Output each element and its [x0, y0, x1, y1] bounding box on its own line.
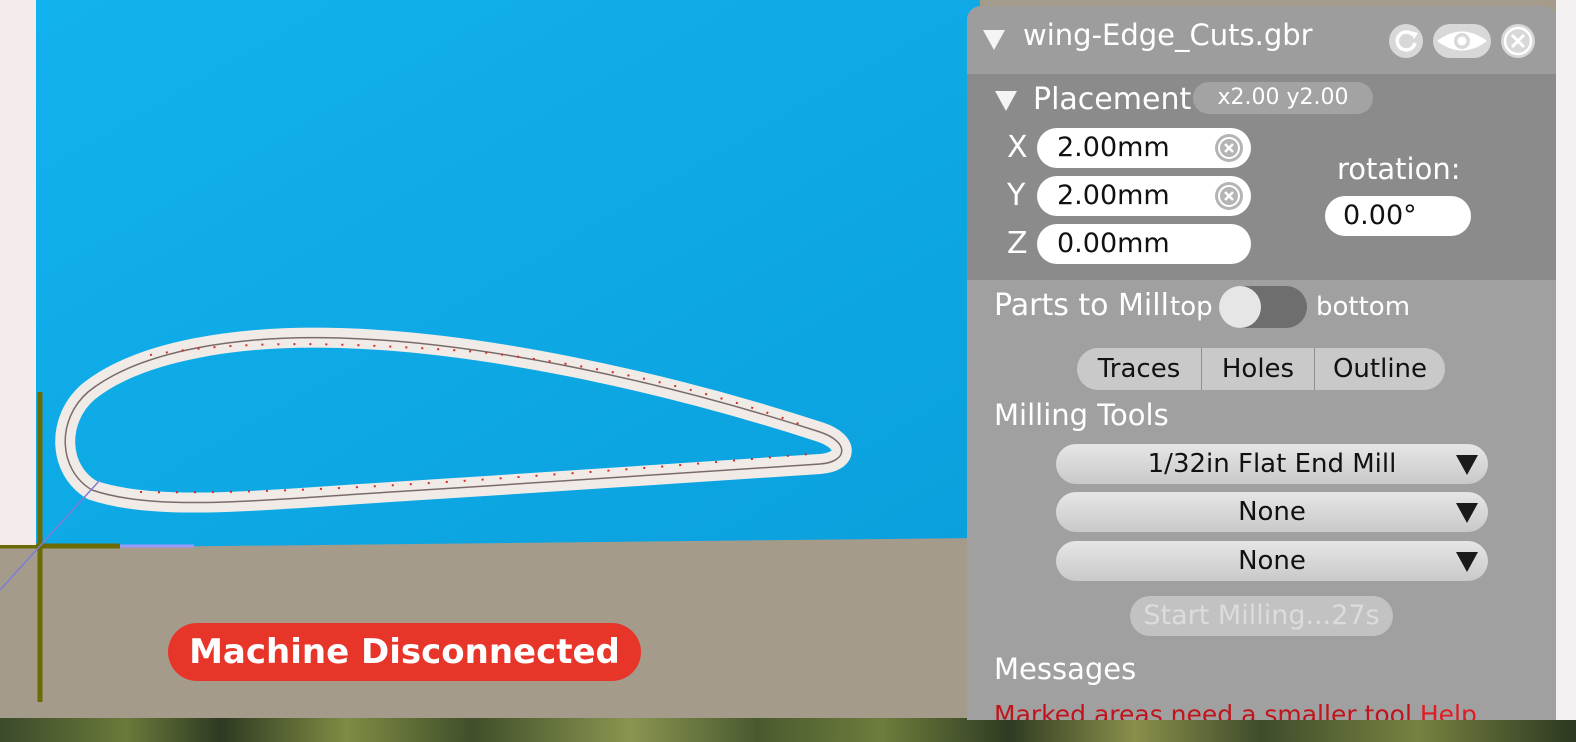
- x-label: X: [1007, 130, 1028, 165]
- start-milling-button[interactable]: Start Milling...27s: [1130, 596, 1393, 636]
- placement-summary-badge: x2.00 y2.00: [1193, 82, 1373, 114]
- parts-bottom-label: bottom: [1316, 292, 1411, 322]
- tool-select-3[interactable]: None: [1056, 541, 1488, 581]
- close-icon[interactable]: [1501, 24, 1535, 58]
- placement-section: Placement x2.00 y2.00 X 2.00mm Y 2.00mm: [967, 74, 1556, 280]
- z-label: Z: [1007, 226, 1028, 261]
- refresh-icon[interactable]: [1389, 24, 1423, 58]
- collapse-triangle-icon[interactable]: [983, 30, 1005, 50]
- rotation-field[interactable]: 0.00°: [1325, 196, 1471, 236]
- dropdown-arrow-icon: [1456, 503, 1478, 523]
- toggle-knob: [1219, 286, 1261, 328]
- background-photo-strip: [0, 718, 1576, 742]
- eye-icon[interactable]: [1433, 24, 1491, 58]
- dropdown-arrow-icon: [1456, 552, 1478, 572]
- placement-label[interactable]: Placement: [1033, 82, 1191, 117]
- clear-x-icon[interactable]: [1215, 134, 1243, 162]
- panel-header: wing-Edge_Cuts.gbr: [967, 6, 1556, 74]
- placement-collapse-icon[interactable]: [995, 91, 1017, 111]
- tool-select-2[interactable]: None: [1056, 492, 1488, 532]
- tool-select-3-value: None: [1238, 546, 1306, 576]
- segment-holes[interactable]: Holes: [1202, 348, 1314, 390]
- left-edge-strip: [0, 0, 36, 545]
- segment-outline[interactable]: Outline: [1315, 348, 1445, 390]
- file-panel: wing-Edge_Cuts.gbr Placement x2.00 y2.00…: [967, 6, 1556, 720]
- clear-y-icon[interactable]: [1215, 182, 1243, 210]
- machine-status-badge: Machine Disconnected: [168, 623, 641, 681]
- x-value: 2.00mm: [1057, 132, 1170, 163]
- parts-side-toggle[interactable]: [1219, 286, 1307, 328]
- tool-select-1[interactable]: 1/32in Flat End Mill: [1056, 444, 1488, 484]
- rotation-value: 0.00°: [1343, 200, 1417, 231]
- message-line: Marked areas need a smaller tool Help: [994, 700, 1477, 720]
- operation-segmented-control: Traces Holes Outline: [1077, 348, 1445, 390]
- tool-select-1-value: 1/32in Flat End Mill: [1147, 449, 1397, 479]
- message-text: Marked areas need a smaller tool: [994, 700, 1412, 720]
- y-label: Y: [1007, 178, 1026, 213]
- parts-to-mill-label: Parts to Mill: [994, 288, 1169, 323]
- right-edge-strip: [1556, 0, 1576, 720]
- parts-top-label: top: [1170, 292, 1213, 322]
- milling-tools-label: Milling Tools: [994, 398, 1169, 432]
- x-field[interactable]: 2.00mm: [1037, 128, 1251, 168]
- y-field[interactable]: 2.00mm: [1037, 176, 1251, 216]
- panel-title: wing-Edge_Cuts.gbr: [1023, 18, 1313, 52]
- z-field[interactable]: 0.00mm: [1037, 224, 1251, 264]
- segment-traces[interactable]: Traces: [1077, 348, 1201, 390]
- help-link[interactable]: Help: [1420, 700, 1477, 720]
- messages-label: Messages: [994, 652, 1137, 686]
- z-value: 0.00mm: [1057, 228, 1170, 259]
- tool-select-2-value: None: [1238, 497, 1306, 527]
- rotation-label: rotation:: [1337, 152, 1461, 186]
- dropdown-arrow-icon: [1456, 455, 1478, 475]
- y-value: 2.00mm: [1057, 180, 1170, 211]
